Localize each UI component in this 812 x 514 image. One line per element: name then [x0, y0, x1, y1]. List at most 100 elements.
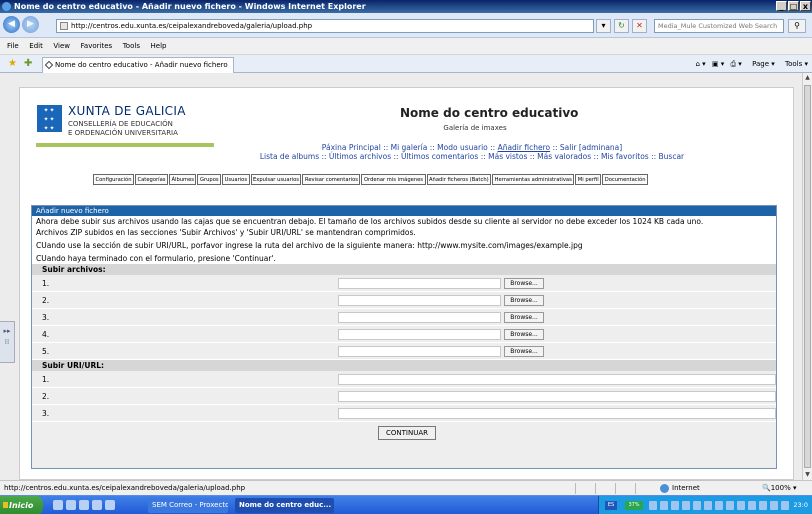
file-row-number: 2.: [42, 296, 50, 305]
admin-categories-button[interactable]: Categorías: [135, 174, 168, 185]
taskbar-item-mail[interactable]: SEM Correo - Proxecto S...: [148, 498, 228, 513]
admin-albums-button[interactable]: Álbumes: [168, 174, 197, 185]
admin-sort-images-button[interactable]: Ordenar mis imágenes: [361, 174, 426, 185]
search-icon[interactable]: ⚲: [788, 19, 806, 33]
page-menu[interactable]: Page ▾: [748, 60, 775, 68]
file-input[interactable]: [338, 329, 501, 340]
file-row: 1. Browse...: [32, 275, 776, 292]
tray-app-icon[interactable]: [759, 501, 767, 510]
browse-button[interactable]: Browse...: [504, 295, 544, 306]
refresh-icon[interactable]: ↻: [614, 19, 629, 33]
scroll-up-icon[interactable]: ▲: [803, 73, 812, 83]
url-row-number: 2.: [42, 392, 50, 401]
tray-icons: [649, 501, 789, 510]
back-arrow-icon[interactable]: ◀: [3, 16, 20, 33]
favorites-star-icon[interactable]: ★: [8, 58, 17, 70]
status-divider: [575, 483, 576, 494]
stop-icon[interactable]: ✕: [632, 19, 647, 33]
search-input[interactable]: Media_Mule Customized Web Search: [654, 19, 784, 33]
minimize-button[interactable]: _: [776, 1, 787, 11]
vertical-scrollbar[interactable]: ▲ ▼: [802, 73, 812, 480]
browse-button[interactable]: Browse...: [504, 278, 544, 289]
language-indicator[interactable]: ES: [605, 501, 617, 510]
tray-app-icon[interactable]: [737, 501, 745, 510]
menu-help[interactable]: Help: [147, 38, 171, 55]
feeds-icon[interactable]: ▣ ▾: [712, 60, 724, 68]
tray-app-icon[interactable]: [671, 501, 679, 510]
tray-app-icon[interactable]: [770, 501, 778, 510]
browse-button[interactable]: Browse...: [504, 312, 544, 323]
window-title: Nome do centro educativo - Añadir nuevo …: [14, 2, 366, 11]
menu-view[interactable]: View: [49, 38, 74, 55]
quicklaunch-app-icon[interactable]: [79, 500, 89, 510]
url-input[interactable]: [338, 391, 776, 402]
side-panel-handle[interactable]: ▸▸ ⁞⁞: [0, 321, 15, 363]
continue-button[interactable]: CONTINUAR: [378, 426, 436, 440]
scroll-thumb[interactable]: [804, 85, 811, 468]
address-url: http://centros.edu.xunta.es/ceipalexandr…: [71, 22, 313, 30]
file-input[interactable]: [338, 295, 501, 306]
start-button[interactable]: Inicio: [0, 496, 43, 514]
url-input[interactable]: [338, 408, 776, 419]
user-nav-links[interactable]: Páxina Principal :: Mi galería :: Modo u…: [322, 143, 498, 152]
nav-add-file-link[interactable]: Añadir fichero: [498, 143, 551, 152]
quicklaunch-app-icon[interactable]: [66, 500, 76, 510]
file-row: 5. Browse...: [32, 343, 776, 360]
browse-button[interactable]: Browse...: [504, 346, 544, 357]
quicklaunch-app-icon[interactable]: [92, 500, 102, 510]
admin-toolbar: Configuración Categorías Álbumes Grupos …: [93, 174, 649, 185]
site-subtitle: Galería de imaxes: [443, 124, 507, 132]
forward-arrow-icon[interactable]: ▶: [22, 16, 39, 33]
menu-file[interactable]: File: [0, 38, 23, 55]
address-bar[interactable]: http://centros.edu.xunta.es/ceipalexandr…: [56, 19, 594, 33]
tray-app-icon[interactable]: [649, 501, 657, 510]
file-input[interactable]: [338, 346, 501, 357]
url-row-number: 3.: [42, 409, 50, 418]
admin-groups-button[interactable]: Grupos: [197, 174, 222, 185]
tray-app-icon[interactable]: [693, 501, 701, 510]
add-favorites-icon[interactable]: ✚: [24, 58, 32, 70]
tray-app-icon[interactable]: [748, 501, 756, 510]
window-controls: _ □ x: [776, 1, 811, 11]
scroll-down-icon[interactable]: ▼: [803, 470, 812, 480]
taskbar-item-browser[interactable]: Nome do centro educ...: [235, 498, 334, 513]
admin-docs-button[interactable]: Documentación: [602, 174, 649, 185]
file-input[interactable]: [338, 278, 501, 289]
tray-app-icon[interactable]: [781, 501, 789, 510]
tray-app-icon[interactable]: [682, 501, 690, 510]
admin-tools-button[interactable]: Herramientas administrativas: [492, 174, 575, 185]
browser-content: ▸▸ ⁞⁞ ✦✦ ✦✦ ✦✦ XUNTA DE GALICIA CONSELLERÍA…: [0, 73, 802, 480]
admin-config-button[interactable]: Configuración: [93, 174, 134, 185]
browse-button[interactable]: Browse...: [504, 329, 544, 340]
close-button[interactable]: x: [800, 1, 811, 11]
file-row: 3. Browse...: [32, 309, 776, 326]
tools-menu[interactable]: Tools ▾: [781, 60, 808, 68]
zoom-control[interactable]: 🔍100% ▾: [762, 481, 796, 496]
print-icon[interactable]: ⎙ ▾: [730, 60, 741, 68]
url-input[interactable]: [338, 374, 776, 385]
user-nav-logout[interactable]: :: Salir [adminana]: [550, 143, 622, 152]
tray-app-icon[interactable]: [715, 501, 723, 510]
menu-edit[interactable]: Edit: [25, 38, 47, 55]
status-divider: [615, 483, 616, 494]
file-input[interactable]: [338, 312, 501, 323]
admin-users-button[interactable]: Usuarios: [222, 174, 250, 185]
home-icon[interactable]: ⌂ ▾: [695, 60, 705, 68]
tray-app-icon[interactable]: [704, 501, 712, 510]
admin-ban-users-button[interactable]: Expulsar usuarios: [250, 174, 302, 185]
tray-app-icon[interactable]: [660, 501, 668, 510]
maximize-button[interactable]: □: [788, 1, 799, 11]
quicklaunch-app-icon[interactable]: [53, 500, 63, 510]
quicklaunch-app-icon[interactable]: [105, 500, 115, 510]
menu-tools[interactable]: Tools: [119, 38, 144, 55]
menu-favorites[interactable]: Favorites: [77, 38, 117, 55]
admin-review-comments-button[interactable]: Revisar comentarios: [302, 174, 361, 185]
user-nav: Páxina Principal :: Mi galería :: Modo u…: [252, 143, 692, 152]
admin-batch-add-button[interactable]: Añadir ficheros (Batch): [426, 174, 492, 185]
address-dropdown-icon[interactable]: ▾: [596, 19, 611, 33]
tray-app-icon[interactable]: [726, 501, 734, 510]
gallery-nav[interactable]: Lista de albums :: Últimos archivos :: Ú…: [252, 152, 692, 161]
tab-current[interactable]: Nome do centro educativo - Añadir nuevo …: [42, 57, 234, 73]
admin-profile-button[interactable]: Mi perfil: [575, 174, 602, 185]
windows-taskbar: Inicio SEM Correo - Proxecto S... Nome d…: [0, 495, 812, 514]
